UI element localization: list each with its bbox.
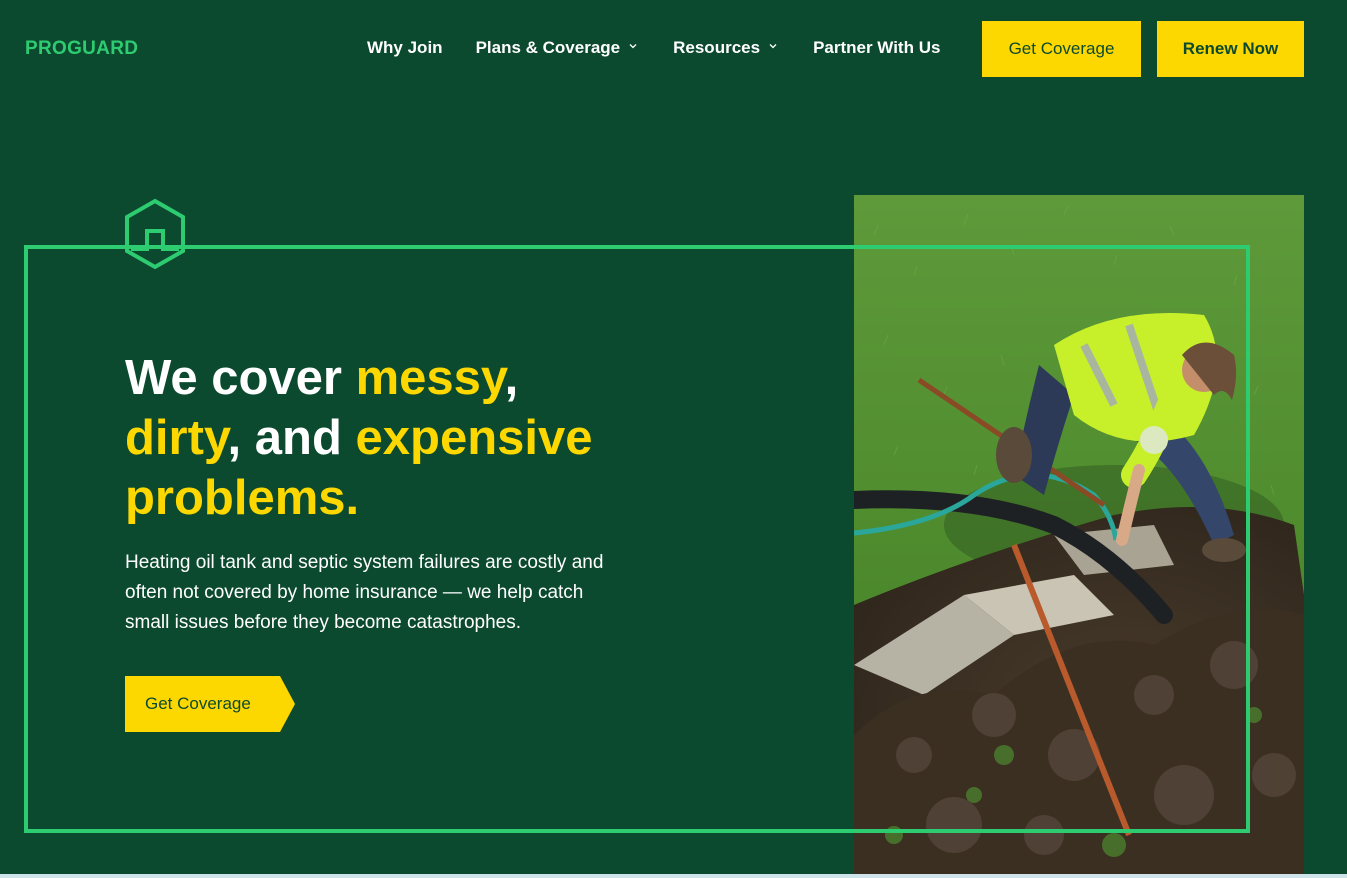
house-hexagon-icon [122, 197, 188, 271]
headline-highlight: expensive [355, 411, 593, 465]
main-nav: Why Join Plans & Coverage Resources Part… [367, 38, 940, 58]
nav-plans-coverage-label: Plans & Coverage [475, 38, 621, 57]
headline-part: , and [227, 411, 356, 465]
hero-headline: We cover messy, dirty, and expensive pro… [125, 348, 745, 528]
hero-cta-label: Get Coverage [145, 694, 251, 713]
renew-now-button[interactable]: Renew Now [1157, 21, 1304, 77]
headline-part: We cover [125, 351, 356, 405]
headline-part: , [504, 351, 519, 405]
hero-subtext: Heating oil tank and septic system failu… [125, 552, 604, 633]
hero-get-coverage-button[interactable]: Get Coverage [125, 676, 295, 732]
worker-septic-tank-photo [854, 195, 1304, 874]
chevron-down-icon [629, 42, 637, 50]
headline-highlight: problems. [125, 471, 360, 525]
nav-partner-with-us[interactable]: Partner With Us [813, 38, 940, 58]
headline-highlight: dirty [125, 411, 228, 465]
nav-partner-with-us-label: Partner With Us [813, 38, 941, 57]
nav-resources[interactable]: Resources [673, 38, 777, 58]
logo[interactable]: PROGUARD [25, 38, 138, 60]
headline-highlight: messy [355, 351, 505, 405]
nav-why-join[interactable]: Why Join [367, 38, 443, 58]
nav-plans-coverage[interactable]: Plans & Coverage [476, 38, 638, 58]
nav-why-join-label: Why Join [367, 38, 443, 57]
site-header: PROGUARD Why Join Plans & Coverage Resou… [0, 0, 1347, 100]
nav-resources-label: Resources [673, 38, 761, 57]
chevron-down-icon [769, 42, 777, 50]
get-coverage-button[interactable]: Get Coverage [982, 21, 1141, 77]
page-bottom-edge [0, 874, 1347, 878]
